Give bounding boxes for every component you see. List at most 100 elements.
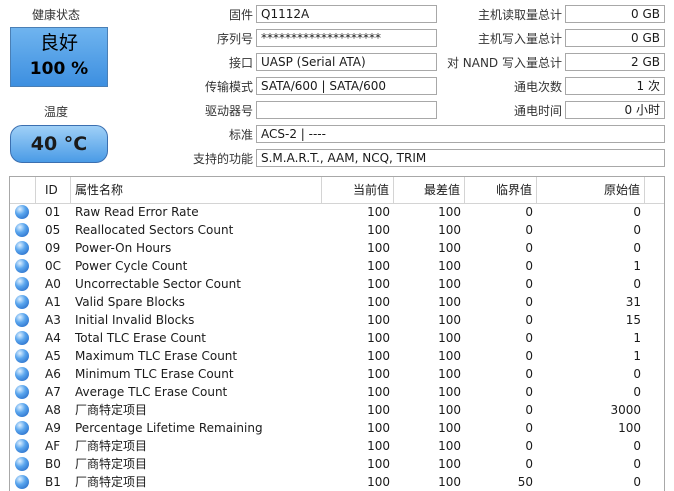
status-good-icon — [15, 313, 29, 327]
attribute-raw: 0 — [633, 367, 641, 381]
attribute-name: Total TLC Erase Count — [75, 331, 207, 345]
table-row[interactable]: A8 厂商特定项目 100 100 0 3000 — [10, 401, 664, 419]
temperature-box[interactable]: 40 °C — [10, 125, 108, 163]
attribute-id: A1 — [45, 295, 61, 309]
table-row[interactable]: 01 Raw Read Error Rate 100 100 0 0 — [10, 203, 664, 221]
status-good-icon — [15, 241, 29, 255]
attribute-threshold: 0 — [525, 421, 533, 435]
attribute-worst: 100 — [438, 331, 461, 345]
smart-attributes-table[interactable]: ID 属性名称 当前值 最差值 临界值 原始值 01 Raw Read Error… — [9, 176, 665, 491]
attribute-worst: 100 — [438, 439, 461, 453]
attribute-name: 厂商特定项目 — [75, 457, 148, 471]
attribute-current: 100 — [367, 277, 390, 291]
interface-label: 接口 — [228, 56, 253, 70]
attribute-threshold: 0 — [525, 385, 533, 399]
status-good-icon — [15, 421, 29, 435]
table-row[interactable]: 09 Power-On Hours 100 100 0 0 — [10, 239, 664, 257]
interface-field[interactable]: UASP (Serial ATA) — [256, 53, 437, 71]
table-row[interactable]: A7 Average TLC Erase Count 100 100 0 0 — [10, 383, 664, 401]
header-status[interactable] — [10, 177, 36, 203]
status-cell — [10, 419, 36, 437]
health-status-box[interactable]: 良好 100 % — [10, 27, 108, 87]
attribute-worst: 100 — [438, 457, 461, 471]
header-threshold[interactable]: 临界值 — [465, 177, 537, 203]
firmware-field[interactable]: Q1112A — [256, 5, 437, 23]
attribute-id: A3 — [45, 313, 61, 327]
attribute-raw: 3000 — [610, 403, 641, 417]
status-good-icon — [15, 223, 29, 237]
power-on-hours-field[interactable]: 0 小时 — [565, 101, 665, 119]
host-reads-label: 主机读取量总计 — [477, 8, 562, 22]
attribute-name: Initial Invalid Blocks — [75, 313, 195, 327]
table-header: ID 属性名称 当前值 最差值 临界值 原始值 — [10, 177, 664, 204]
attribute-raw: 0 — [633, 205, 641, 219]
table-row[interactable]: 05 Reallocated Sectors Count 100 100 0 0 — [10, 221, 664, 239]
nand-writes-field[interactable]: 2 GB — [565, 53, 665, 71]
attribute-current: 100 — [367, 385, 390, 399]
features-field[interactable]: S.M.A.R.T., AAM, NCQ, TRIM — [256, 149, 665, 167]
status-cell — [10, 311, 36, 329]
table-row[interactable]: A5 Maximum TLC Erase Count 100 100 0 1 — [10, 347, 664, 365]
attribute-raw: 31 — [625, 295, 641, 309]
attribute-current: 100 — [367, 259, 390, 273]
attribute-threshold: 0 — [525, 367, 533, 381]
host-reads-field[interactable]: 0 GB — [565, 5, 665, 23]
status-cell — [10, 221, 36, 239]
attribute-id: 0C — [45, 259, 62, 273]
status-good-icon — [15, 385, 29, 399]
attribute-current: 100 — [367, 205, 390, 219]
table-row[interactable]: B1 厂商特定项目 100 100 50 0 — [10, 473, 664, 491]
status-good-icon — [15, 295, 29, 309]
status-cell — [10, 275, 36, 293]
nand-writes-label: 对 NAND 写入量总计 — [446, 56, 562, 70]
attribute-name: Power Cycle Count — [75, 259, 188, 273]
header-worst[interactable]: 最差值 — [394, 177, 465, 203]
table-row[interactable]: A9 Percentage Lifetime Remaining 100 100 0 10… — [10, 419, 664, 437]
attribute-id: AF — [45, 439, 61, 453]
status-good-icon — [15, 439, 29, 453]
table-row[interactable]: A1 Valid Spare Blocks 100 100 0 31 — [10, 293, 664, 311]
firmware-label: 固件 — [228, 8, 253, 22]
header-current[interactable]: 当前值 — [322, 177, 394, 203]
attribute-id: B0 — [45, 457, 61, 471]
table-row[interactable]: B0 厂商特定项目 100 100 0 0 — [10, 455, 664, 473]
host-writes-field[interactable]: 0 GB — [565, 29, 665, 47]
attribute-threshold: 0 — [525, 295, 533, 309]
status-cell — [10, 239, 36, 257]
serial-field[interactable]: ******************** — [256, 29, 437, 47]
drive-letter-field[interactable] — [256, 101, 437, 119]
status-good-icon — [15, 457, 29, 471]
table-row[interactable]: A3 Initial Invalid Blocks 100 100 0 15 — [10, 311, 664, 329]
status-cell — [10, 203, 36, 221]
header-id[interactable]: ID — [36, 177, 71, 203]
attribute-threshold: 0 — [525, 439, 533, 453]
status-cell — [10, 329, 36, 347]
status-cell — [10, 257, 36, 275]
table-row[interactable]: AF 厂商特定项目 100 100 0 0 — [10, 437, 664, 455]
transfer-mode-field[interactable]: SATA/600 | SATA/600 — [256, 77, 437, 95]
attribute-worst: 100 — [438, 205, 461, 219]
attribute-worst: 100 — [438, 403, 461, 417]
attribute-raw: 0 — [633, 241, 641, 255]
attribute-raw: 100 — [618, 421, 641, 435]
attribute-name: Uncorrectable Sector Count — [75, 277, 241, 291]
header-raw[interactable]: 原始值 — [537, 177, 645, 203]
attribute-name: 厂商特定项目 — [75, 403, 148, 417]
table-row[interactable]: A4 Total TLC Erase Count 100 100 0 1 — [10, 329, 664, 347]
table-row[interactable]: A6 Minimum TLC Erase Count 100 100 0 0 — [10, 365, 664, 383]
attribute-name: Maximum TLC Erase Count — [75, 349, 238, 363]
table-row[interactable]: 0C Power Cycle Count 100 100 0 1 — [10, 257, 664, 275]
attribute-current: 100 — [367, 313, 390, 327]
standard-label: 标准 — [228, 128, 253, 142]
power-on-hours-label: 通电时间 — [513, 104, 562, 118]
table-row[interactable]: A0 Uncorrectable Sector Count 100 100 0 0 — [10, 275, 664, 293]
attribute-worst: 100 — [438, 385, 461, 399]
header-name[interactable]: 属性名称 — [71, 177, 322, 203]
power-on-count-field[interactable]: 1 次 — [565, 77, 665, 95]
health-percent: 100 % — [29, 59, 89, 79]
standard-field[interactable]: ACS-2 | ---- — [256, 125, 665, 143]
attribute-name: Average TLC Erase Count — [75, 385, 228, 399]
attribute-current: 100 — [367, 439, 390, 453]
attribute-current: 100 — [367, 331, 390, 345]
status-good-icon — [15, 403, 29, 417]
